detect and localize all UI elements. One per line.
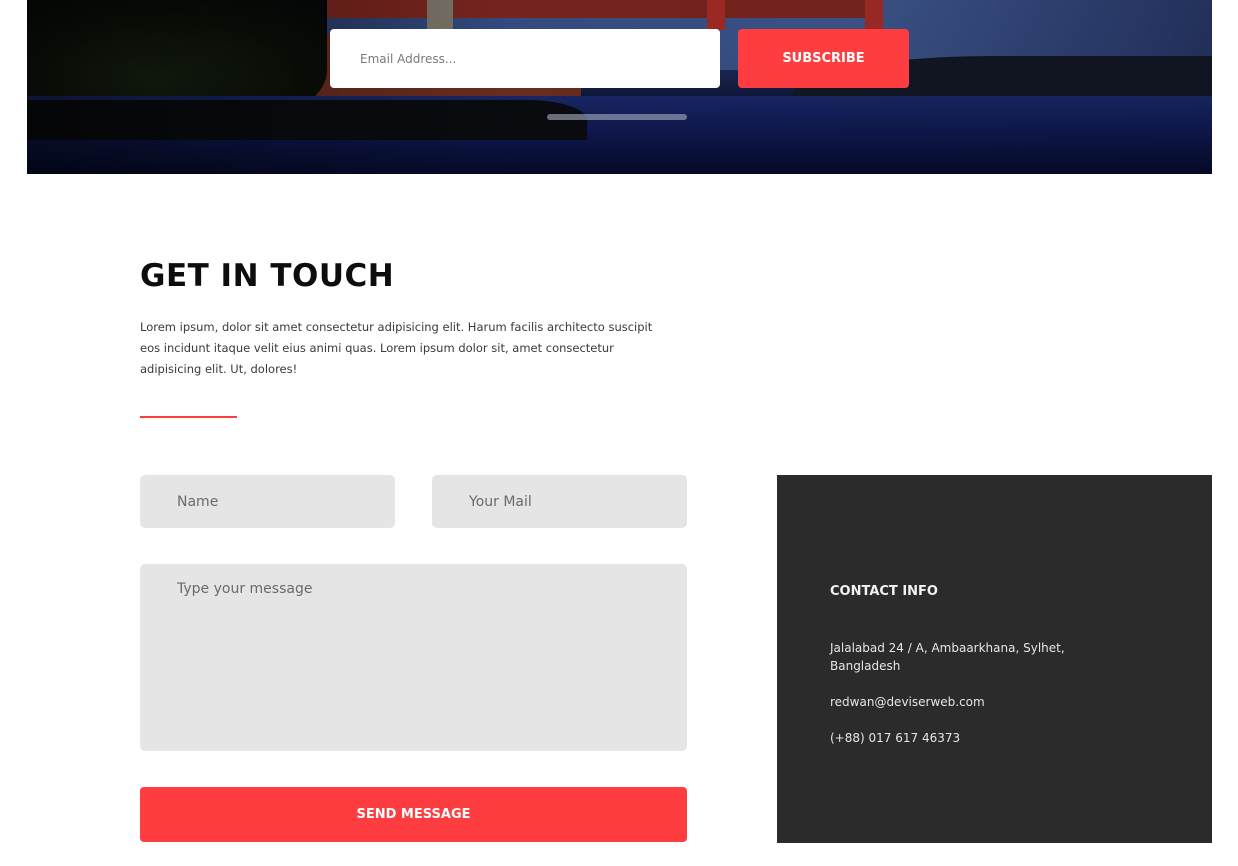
- send-message-button[interactable]: SEND MESSAGE: [140, 787, 687, 842]
- contact-address: Jalalabad 24 / A, Ambaarkhana, Sylhet, B…: [830, 641, 1065, 673]
- page: SUBSCRIBE GET IN TOUCH Lorem ipsum, dolo…: [0, 0, 1238, 866]
- newsletter-email-input[interactable]: [330, 29, 720, 88]
- contact-phone: (+88) 017 617 46373: [830, 731, 961, 745]
- get-in-touch-title: GET IN TOUCH: [140, 258, 395, 294]
- contact-info-title: CONTACT INFO: [830, 584, 938, 599]
- mail-input[interactable]: [432, 475, 687, 528]
- name-input[interactable]: [140, 475, 395, 528]
- title-divider: [140, 416, 237, 418]
- message-textarea[interactable]: [140, 564, 687, 751]
- contact-info-panel: CONTACT INFO Jalalabad 24 / A, Ambaarkha…: [777, 475, 1212, 843]
- subscribe-button[interactable]: SUBSCRIBE: [738, 29, 909, 88]
- contact-email: redwan@deviserweb.com: [830, 695, 985, 709]
- get-in-touch-description: Lorem ipsum, dolor sit amet consectetur …: [140, 320, 653, 376]
